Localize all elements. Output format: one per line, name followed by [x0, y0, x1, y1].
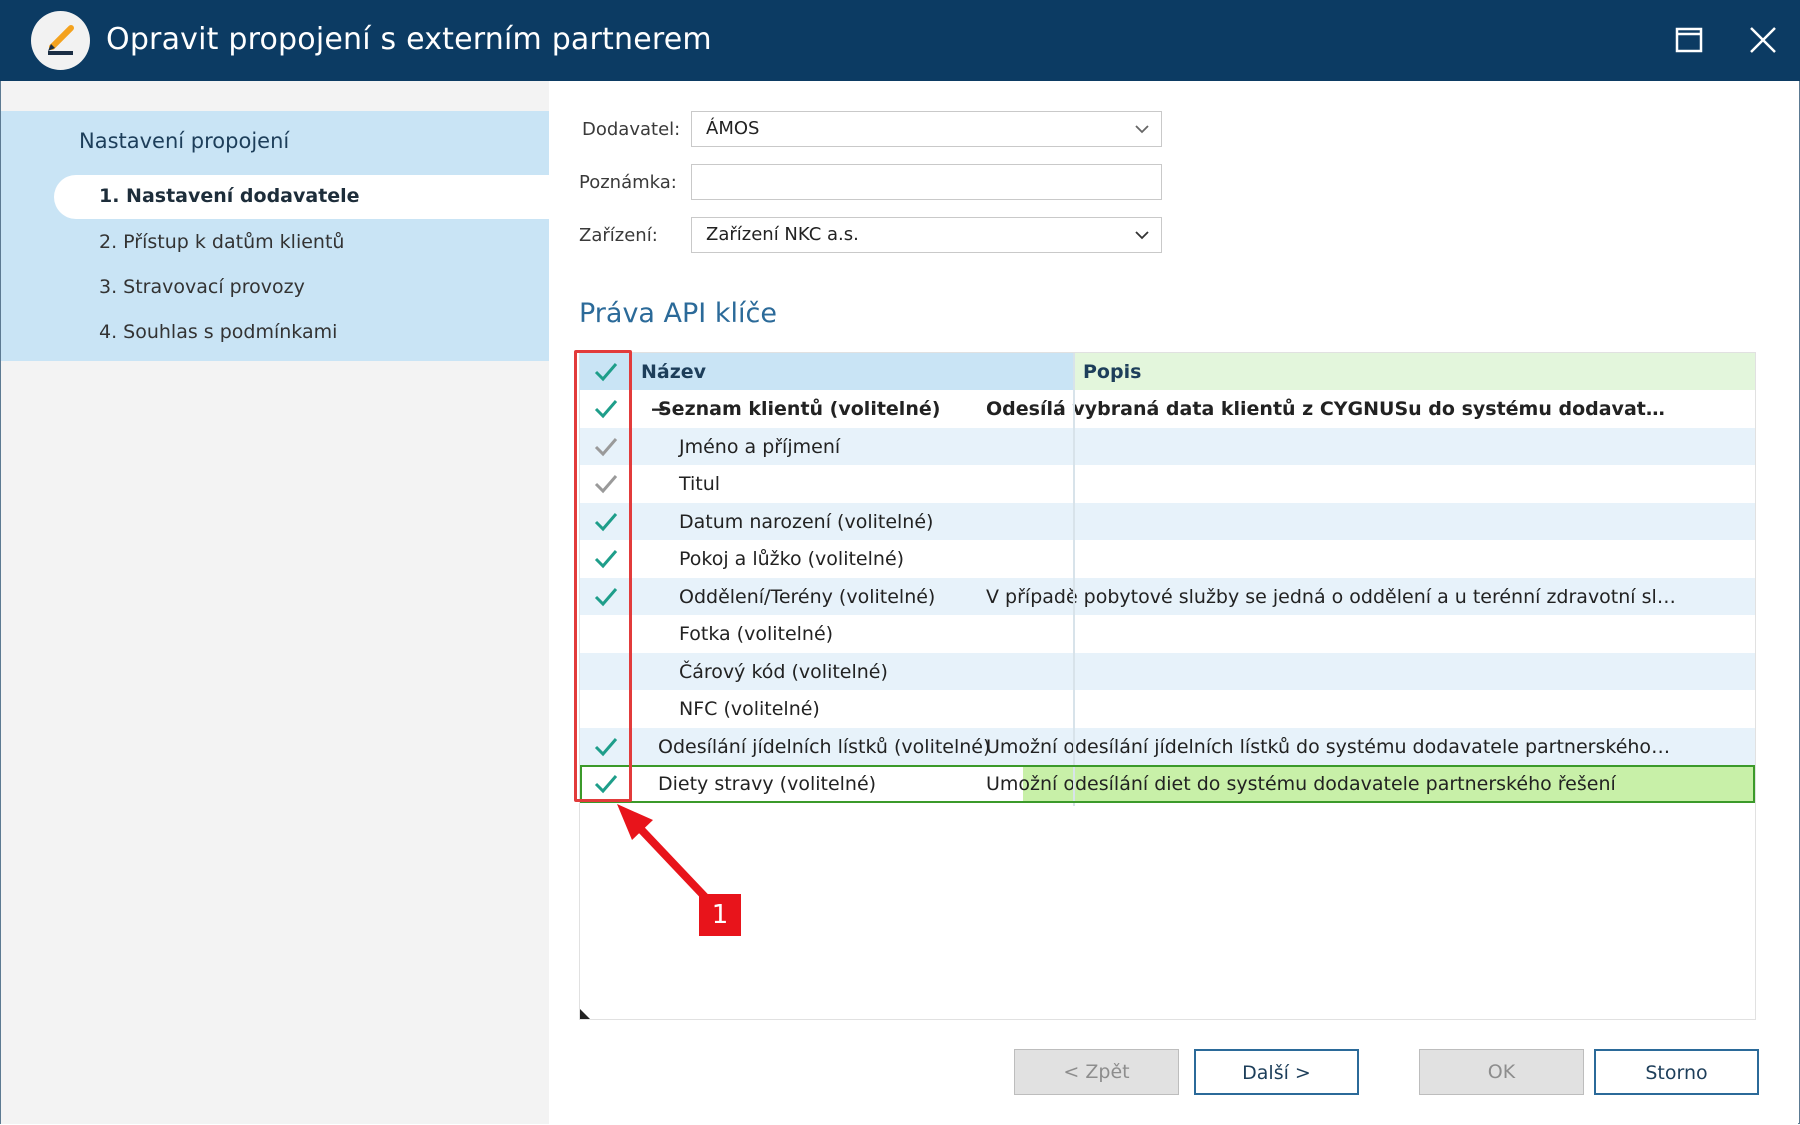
window-title: Opravit propojení s externím partnerem: [106, 22, 712, 57]
wizard-steps: Nastavení propojení 1. Nastavení dodavat…: [1, 111, 549, 361]
maximize-icon[interactable]: [1669, 20, 1709, 60]
row-name: Oddělení/Terény (volitelné): [679, 585, 936, 608]
table-row[interactable]: − Seznam klientů (volitelné) Odesílá vybra…: [580, 390, 1755, 427]
column-header-name[interactable]: Název: [633, 353, 1073, 390]
row-description: Umožní odesílání jídelních lístků do sys…: [986, 735, 1676, 758]
grid-corner-marker: [580, 1009, 590, 1019]
column-header-description-label: Popis: [1083, 361, 1142, 383]
wizard-step-label: 1. Nastavení dodavatele: [99, 185, 360, 207]
wizard-step-supplier[interactable]: 1. Nastavení dodavatele: [54, 175, 549, 219]
next-button[interactable]: Další >: [1194, 1049, 1359, 1095]
row-name: Datum narození (volitelné): [679, 510, 934, 533]
row-name: Odesílání jídelních lístků (volitelné): [658, 735, 991, 758]
table-row[interactable]: Pokoj a lůžko (volitelné): [580, 540, 1755, 577]
row-name: Čárový kód (volitelné): [679, 660, 888, 683]
table-row[interactable]: Čárový kód (volitelné): [580, 652, 1755, 690]
row-name: NFC (volitelné): [679, 698, 820, 720]
cancel-button[interactable]: Storno: [1594, 1049, 1759, 1095]
back-button[interactable]: < Zpět: [1014, 1049, 1179, 1095]
annotation-highlight-box: [574, 350, 632, 802]
table-row[interactable]: Jméno a příjmení: [580, 427, 1755, 465]
ok-button[interactable]: OK: [1419, 1049, 1584, 1095]
column-header-description[interactable]: Popis: [1075, 353, 1755, 390]
table-row[interactable]: NFC (volitelné): [580, 690, 1755, 727]
supplier-label: Dodavatel:: [582, 119, 681, 140]
permissions-grid: Název Popis − Seznam klientů (volitelné) O…: [579, 352, 1756, 1020]
close-icon[interactable]: [1743, 20, 1783, 60]
row-name: Seznam klientů (volitelné): [658, 398, 941, 420]
table-row[interactable]: Oddělení/Terény (volitelné) V případě pob…: [580, 577, 1755, 615]
section-title: Práva API klíče: [579, 298, 777, 329]
title-bar: Opravit propojení s externím partnerem: [0, 0, 1800, 81]
table-row[interactable]: Fotka (volitelné): [580, 615, 1755, 652]
device-select[interactable]: Zařízení NKC a.s.: [691, 217, 1162, 253]
wizard-steps-heading: Nastavení propojení: [79, 129, 290, 153]
selected-row-border: [580, 765, 1755, 803]
row-name: Jméno a příjmení: [679, 435, 841, 458]
app-edit-icon: [31, 11, 90, 70]
chevron-down-icon: [1133, 120, 1151, 142]
table-row[interactable]: Datum narození (volitelné): [580, 502, 1755, 540]
device-label: Zařízení:: [579, 225, 658, 246]
supplier-select[interactable]: ÁMOS: [691, 111, 1162, 147]
row-name: Pokoj a lůžko (volitelné): [679, 548, 905, 570]
note-input[interactable]: [691, 164, 1162, 200]
wizard-step-client-data[interactable]: 2. Přístup k datům klientů: [99, 231, 344, 253]
chevron-down-icon: [1133, 226, 1151, 248]
annotation-callout: 1: [699, 894, 741, 936]
column-divider: [1073, 353, 1075, 806]
row-description: V případě pobytové služby se jedná o odd…: [986, 585, 1676, 608]
table-row[interactable]: Titul: [580, 465, 1755, 502]
device-value: Zařízení NKC a.s.: [706, 224, 859, 245]
row-description: Odesílá vybraná data klientů z CYGNUSu d…: [986, 398, 1676, 420]
wizard-sidebar: Nastavení propojení 1. Nastavení dodavat…: [1, 81, 549, 1124]
row-name: Fotka (volitelné): [679, 623, 834, 645]
row-name: Titul: [679, 473, 721, 495]
note-label: Poznámka:: [579, 172, 677, 193]
column-header-name-label: Název: [641, 361, 707, 383]
wizard-step-canteens[interactable]: 3. Stravovací provozy: [99, 276, 305, 298]
wizard-step-consent[interactable]: 4. Souhlas s podmínkami: [99, 321, 337, 343]
supplier-value: ÁMOS: [706, 118, 760, 139]
table-row[interactable]: Odesílání jídelních lístků (volitelné) Um…: [580, 727, 1755, 765]
